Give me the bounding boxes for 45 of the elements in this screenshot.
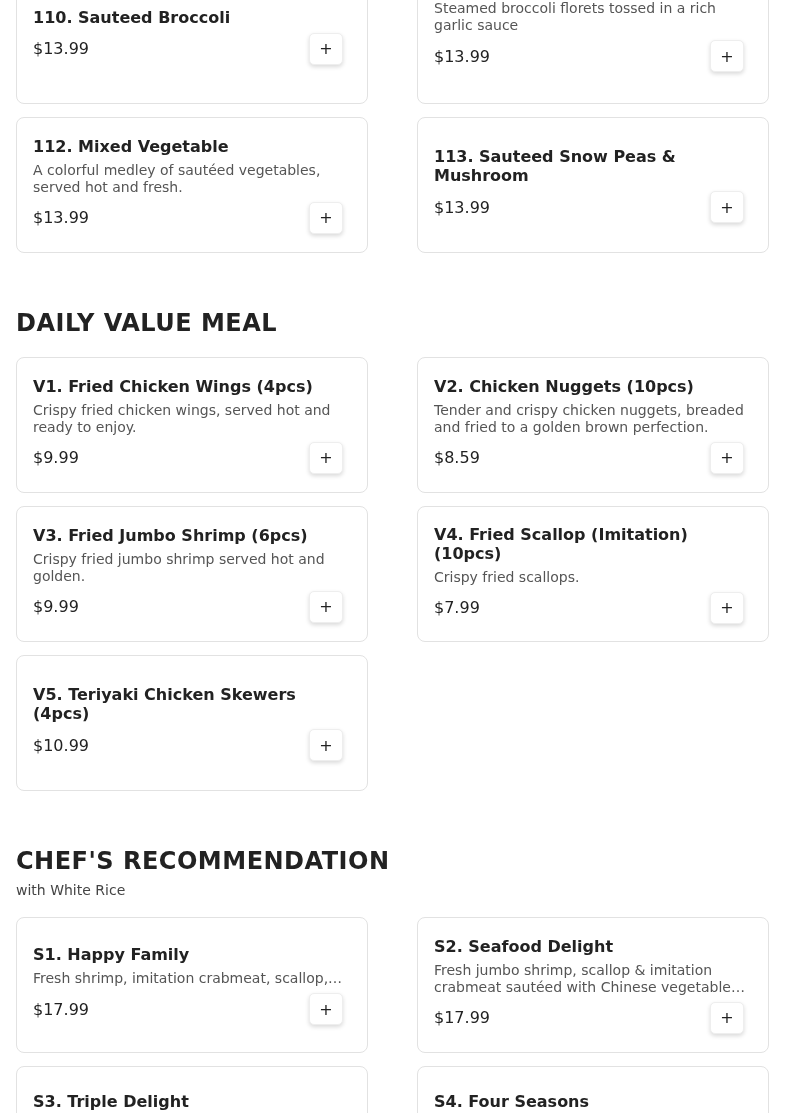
add-button[interactable]: + [309, 32, 343, 65]
item-description: Crispy fried jumbo shrimp served hot and golden. [33, 550, 326, 585]
section-heading: DAILY VALUE MEAL [16, 308, 279, 338]
item-title: V1. Fried Chicken Wings (4pcs) [33, 376, 314, 396]
item-title: 112. Mixed Vegetable [33, 136, 230, 156]
item-description: Tender and crispy chicken nuggets, breaded and fried to a golden brown perfection. [434, 401, 745, 436]
item-title: V4. Fried Scallop (Imitation) (10pcs) [434, 524, 689, 563]
item-title: 110. Sauteed Broccoli [33, 7, 232, 27]
item-price: $13.99 [33, 39, 89, 58]
item-title: V3. Fried Jumbo Shrimp (6pcs) [33, 525, 309, 545]
item-price: $13.99 [33, 208, 89, 227]
item-description: Fresh shrimp, imitation crabmeat, scallop,… [33, 970, 344, 987]
add-button[interactable]: + [710, 40, 744, 72]
item-price: $8.59 [434, 448, 480, 467]
add-button[interactable]: + [309, 993, 343, 1025]
item-price: $17.99 [33, 999, 89, 1019]
item-title: S3. Triple Delight [33, 1092, 190, 1111]
item-price: $9.99 [33, 448, 79, 467]
add-button[interactable]: + [309, 201, 343, 234]
add-button[interactable]: + [309, 729, 343, 761]
add-button[interactable]: + [309, 590, 343, 623]
item-description: A colorful medley of sautéed vegetables, served hot and fresh. [33, 161, 322, 196]
item-title: S4. Four Seasons [434, 1092, 591, 1111]
item-title: V2. Chicken Nuggets (10pcs) [434, 376, 695, 396]
item-price: $17.99 [434, 1008, 490, 1027]
item-description: Crispy fried chicken wings, served hot and ready to enjoy. [33, 401, 332, 436]
item-price: $7.99 [434, 598, 480, 617]
item-description: Steamed broccoli florets tossed in a rich garlic sauce [434, 0, 717, 34]
item-description: Crispy fried scallops. [434, 568, 581, 586]
item-price: $10.99 [33, 735, 89, 755]
item-price: $13.99 [434, 46, 490, 66]
add-button[interactable]: + [710, 441, 744, 474]
add-button[interactable]: + [710, 591, 744, 624]
add-button[interactable]: + [710, 191, 744, 223]
item-title: 113. Sauteed Snow Peas & Mushroom [434, 147, 677, 185]
item-price: $9.99 [33, 597, 79, 616]
item-price: $13.99 [434, 197, 490, 217]
item-description: Fresh jumbo shrimp, scallop & imitation crabmeat sautéed with Chinese vegetable… [434, 961, 746, 996]
item-title: V5. Teriyaki Chicken Skewers (4pcs) [33, 685, 297, 723]
item-title: S1. Happy Family [33, 945, 191, 964]
add-button[interactable]: + [710, 1001, 744, 1034]
section-heading: CHEF'S RECOMMENDATION [16, 846, 391, 876]
section-subtitle: with White Rice [16, 882, 127, 898]
item-title: S2. Seafood Delight [434, 936, 615, 956]
add-button[interactable]: + [309, 441, 343, 474]
